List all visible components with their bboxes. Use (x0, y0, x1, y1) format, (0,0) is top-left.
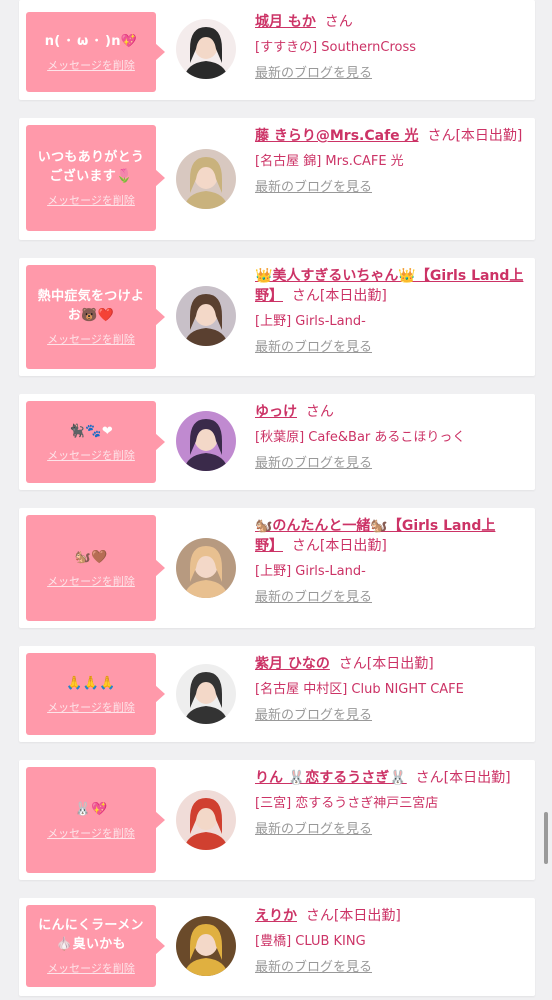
avatar[interactable] (176, 149, 236, 209)
delete-message-link[interactable]: メッセージを削除 (47, 331, 135, 347)
delete-message-link[interactable]: メッセージを削除 (47, 699, 135, 715)
shop-label: [三宮] 恋するうさぎ神戸三宮店 (255, 796, 439, 811)
shop-label: [上野] Girls-Land- (255, 314, 366, 329)
shop-label: [豊橋] CLUB KING (255, 934, 366, 949)
latest-blog-link[interactable]: 最新のブログを見る (255, 820, 372, 840)
bubble-message: 🐰💖 (74, 801, 108, 817)
delete-message-link[interactable]: メッセージを削除 (47, 447, 135, 463)
bubble-message: 🐈‍⬛🐾❤ (68, 423, 114, 439)
delete-message-link[interactable]: メッセージを削除 (47, 825, 135, 841)
cast-name-link[interactable]: 紫月 ひなの (255, 656, 330, 672)
avatar[interactable] (176, 790, 236, 850)
latest-blog-link[interactable]: 最新のブログを見る (255, 588, 372, 608)
message-card: 🐈‍⬛🐾❤ メッセージを削除 ゆっけ さん [秋葉原] Cafe&Bar あるこほりっ… (19, 394, 535, 490)
avatar[interactable] (176, 19, 236, 79)
avatar[interactable] (176, 664, 236, 724)
cast-name-link[interactable]: 城月 もか (255, 14, 316, 30)
name-suffix: さん[本日出勤] (338, 656, 434, 672)
cast-info: 👑美人すぎるいちゃん👑【Girls Land上野】 さん[本日出勤] [上野] G… (255, 266, 525, 358)
cast-name-link[interactable]: りん 🐰恋するうさぎ🐰 (255, 770, 407, 786)
shop-label: [秋葉原] Cafe&Bar あるこほりっく (255, 430, 466, 445)
message-list: n( ･ ω ･ )n💖 メッセージを削除 城月 もか さん [すすきの] South… (0, 0, 552, 1000)
cast-info: えりか さん[本日出勤] [豊橋] CLUB KING 最新のブログを見る (255, 906, 525, 978)
cast-name-link[interactable]: ゆっけ (255, 404, 297, 420)
name-suffix: さん[本日出勤] (291, 538, 387, 554)
name-line: 城月 もか さん (255, 12, 525, 32)
name-suffix: さん[本日出勤] (415, 770, 511, 786)
latest-blog-link[interactable]: 最新のブログを見る (255, 64, 372, 84)
name-line: えりか さん[本日出勤] (255, 906, 525, 926)
bubble-message: n( ･ ω ･ )n💖 (44, 33, 138, 49)
name-line: 👑美人すぎるいちゃん👑【Girls Land上野】 さん[本日出勤] (255, 266, 525, 306)
speech-bubble: 🐿️🤎 メッセージを削除 (26, 515, 165, 621)
latest-blog-link[interactable]: 最新のブログを見る (255, 178, 372, 198)
avatar[interactable] (176, 538, 236, 598)
delete-message-link[interactable]: メッセージを削除 (47, 960, 135, 976)
avatar[interactable] (176, 286, 236, 346)
message-card: にんにくラーメン 🧄臭いかもメッセージを削除 えりか さん[本日出勤] [豊橋] C… (19, 898, 535, 996)
latest-blog-link[interactable]: 最新のブログを見る (255, 706, 372, 726)
speech-bubble: 🙏🙏🙏 メッセージを削除 (26, 653, 165, 735)
avatar[interactable] (176, 916, 236, 976)
shop-label: [名古屋 錦] Mrs.CAFE 光 (255, 154, 404, 169)
name-suffix: さん (305, 404, 334, 420)
cast-name-link[interactable]: えりか (255, 908, 297, 924)
message-card: いつもありがとう ございます🌷 メッセージを削除 藤 きらり@Mrs.Cafe 光 … (19, 118, 535, 240)
cast-info: 城月 もか さん [すすきの] SouthernCross 最新のブログを見る (255, 12, 525, 84)
name-line: ゆっけ さん (255, 402, 525, 422)
name-suffix: さん[本日出勤] (427, 128, 523, 144)
bubble-message: 熱中症気をつけよ お🐻❤️ (37, 289, 145, 323)
shop-label: [名古屋 中村区] Club NIGHT CAFE (255, 682, 464, 697)
bubble-message: いつもありがとう ございます🌷 (37, 150, 145, 184)
message-card: 🙏🙏🙏 メッセージを削除 紫月 ひなの さん[本日出勤] [名古屋 中村区] Club… (19, 646, 535, 742)
cast-info: りん 🐰恋するうさぎ🐰 さん[本日出勤] [三宮] 恋するうさぎ神戸三宮店最新のブ… (255, 768, 525, 840)
name-line: 🐿️のんたんと一緒🐿️【Girls Land上野】 さん[本日出勤] (255, 516, 525, 556)
delete-message-link[interactable]: メッセージを削除 (47, 57, 135, 73)
shop-label: [すすきの] SouthernCross (255, 40, 417, 55)
avatar[interactable] (176, 411, 236, 471)
name-line: りん 🐰恋するうさぎ🐰 さん[本日出勤] (255, 768, 525, 788)
latest-blog-link[interactable]: 最新のブログを見る (255, 958, 372, 978)
bubble-message: 🐿️🤎 (74, 549, 108, 565)
speech-bubble: にんにくラーメン 🧄臭いかもメッセージを削除 (26, 905, 165, 987)
name-suffix: さん[本日出勤] (305, 908, 401, 924)
bubble-message: にんにくラーメン 🧄臭いかも (38, 918, 144, 952)
message-card: 🐰💖 メッセージを削除 りん 🐰恋するうさぎ🐰 さん[本日出勤] [三宮] 恋するうさ… (19, 760, 535, 880)
speech-bubble: いつもありがとう ございます🌷 メッセージを削除 (26, 125, 165, 231)
latest-blog-link[interactable]: 最新のブログを見る (255, 454, 372, 474)
message-card: n( ･ ω ･ )n💖 メッセージを削除 城月 もか さん [すすきの] South… (19, 0, 535, 100)
name-line: 紫月 ひなの さん[本日出勤] (255, 654, 525, 674)
cast-info: 藤 きらり@Mrs.Cafe 光 さん[本日出勤] [名古屋 錦] Mrs.CAF… (255, 126, 525, 198)
name-suffix: さん (324, 14, 353, 30)
scroll-indicator[interactable] (544, 812, 548, 864)
speech-bubble: n( ･ ω ･ )n💖 メッセージを削除 (26, 12, 165, 92)
bubble-message: 🙏🙏🙏 (66, 675, 116, 691)
delete-message-link[interactable]: メッセージを削除 (47, 192, 135, 208)
message-card: 🐿️🤎 メッセージを削除 🐿️のんたんと一緒🐿️【Girls Land上野】 さん[… (19, 508, 535, 628)
message-card: 熱中症気をつけよ お🐻❤️ メッセージを削除 👑美人すぎるいちゃん👑【Girls L… (19, 258, 535, 376)
speech-bubble: 🐰💖 メッセージを削除 (26, 767, 165, 873)
cast-info: ゆっけ さん [秋葉原] Cafe&Bar あるこほりっく最新のブログを見る (255, 402, 525, 474)
speech-bubble: 🐈‍⬛🐾❤ メッセージを削除 (26, 401, 165, 483)
latest-blog-link[interactable]: 最新のブログを見る (255, 338, 372, 358)
cast-info: 紫月 ひなの さん[本日出勤] [名古屋 中村区] Club NIGHT CAFE… (255, 654, 525, 726)
name-suffix: さん[本日出勤] (291, 288, 387, 304)
shop-label: [上野] Girls-Land- (255, 564, 366, 579)
speech-bubble: 熱中症気をつけよ お🐻❤️ メッセージを削除 (26, 265, 165, 369)
cast-info: 🐿️のんたんと一緒🐿️【Girls Land上野】 さん[本日出勤] [上野] G… (255, 516, 525, 608)
delete-message-link[interactable]: メッセージを削除 (47, 573, 135, 589)
cast-name-link[interactable]: 藤 きらり@Mrs.Cafe 光 (255, 128, 419, 144)
name-line: 藤 きらり@Mrs.Cafe 光 さん[本日出勤] (255, 126, 525, 146)
